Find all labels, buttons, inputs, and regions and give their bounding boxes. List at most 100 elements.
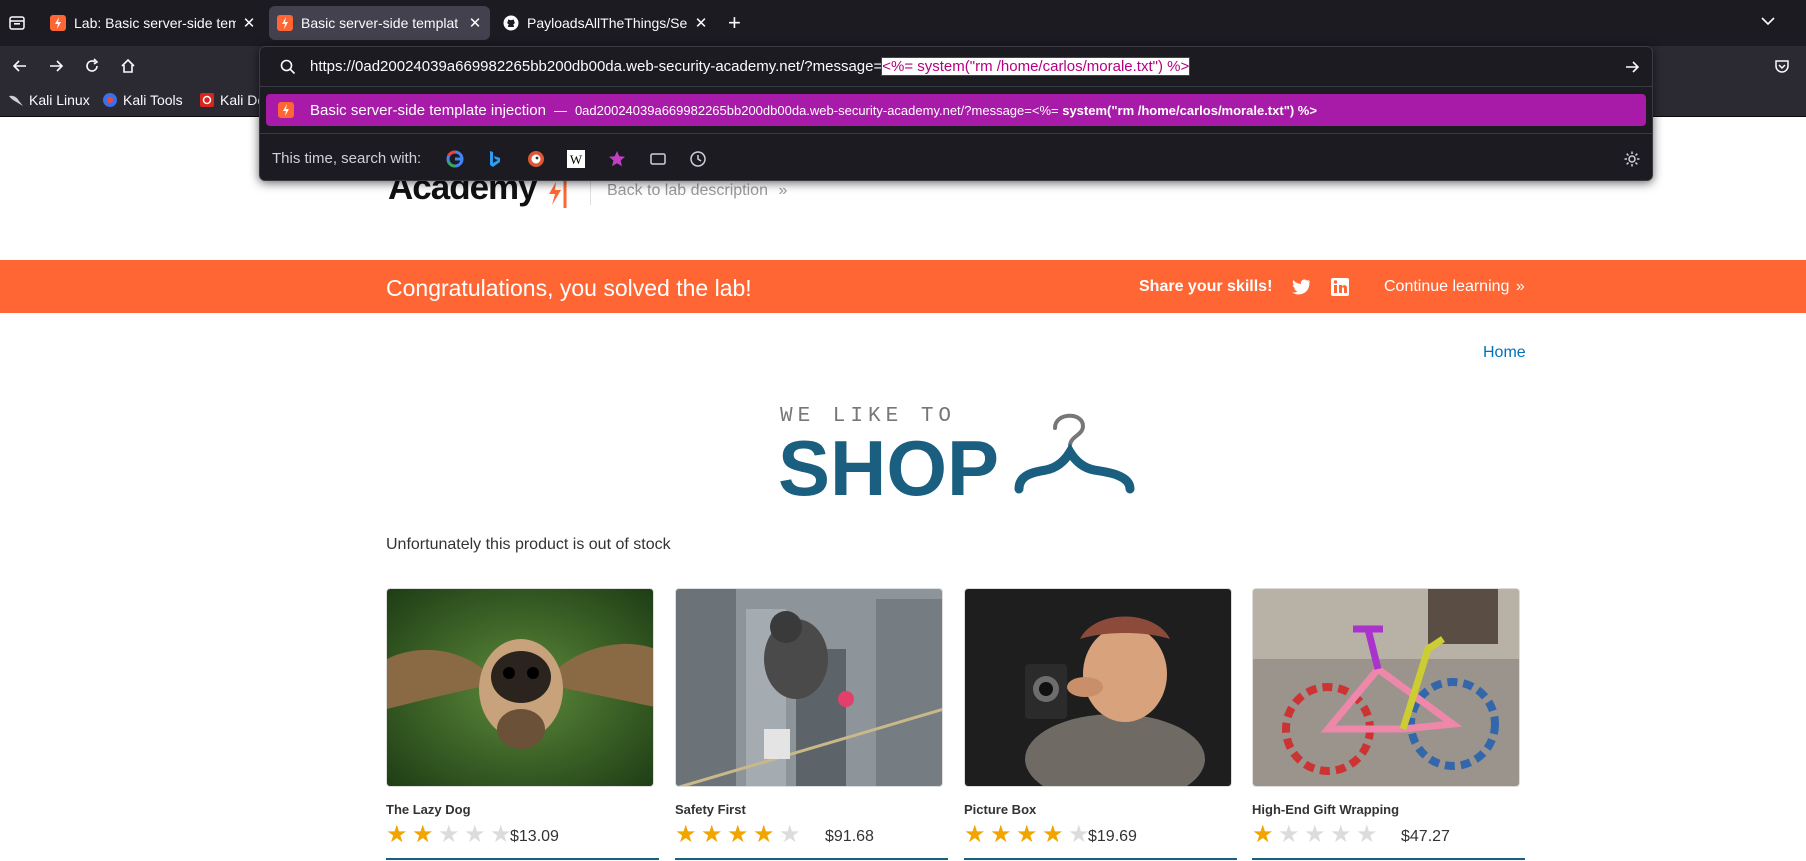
kali-tools-icon — [103, 93, 117, 107]
back-to-lab-description-link[interactable]: Back to lab description » — [607, 182, 787, 200]
product-image-picture-box[interactable] — [964, 588, 1232, 787]
star-filled-icon: ★ — [753, 821, 775, 848]
url-input[interactable]: https://0ad20024039a669982265bb200db00da… — [310, 57, 1191, 76]
twitter-icon[interactable] — [1291, 277, 1311, 297]
kali-docs-icon — [200, 93, 214, 107]
home-link[interactable]: Home — [1483, 344, 1526, 362]
tab-label: Lab: Basic server-side tem — [74, 15, 236, 31]
url-selected-text: <%= system("rm /home/carlos/morale.txt")… — [881, 57, 1191, 76]
product-name: High-End Gift Wrapping — [1252, 802, 1400, 817]
view-details-underline — [1252, 858, 1525, 860]
suggestion-url: 0ad20024039a669982265bb200db00da.web-sec… — [575, 103, 1317, 118]
lab-solved-banner: Congratulations, you solved the lab! Sha… — [0, 260, 1806, 313]
star-empty-icon: ★ — [779, 821, 801, 848]
google-icon[interactable] — [446, 150, 464, 168]
search-with-label: This time, search with: — [272, 150, 422, 167]
view-details-underline — [386, 858, 659, 860]
url-bar[interactable]: https://0ad20024039a669982265bb200db00da… — [260, 47, 1652, 87]
product-image-gift-wrapping[interactable] — [1252, 588, 1520, 787]
shop-logo-graphic: WE LIKE TO SHOP — [778, 405, 1135, 512]
double-chevron-right-icon: » — [1515, 278, 1525, 295]
product-card[interactable]: High-End Gift Wrapping ★ ★ ★ ★ ★ $47.27 — [1252, 588, 1525, 860]
product-card[interactable]: The Lazy Dog ★ ★ ★ ★ ★ $13.09 — [386, 588, 659, 860]
history-clock-icon[interactable] — [689, 150, 707, 168]
product-price: $19.69 — [1088, 828, 1137, 845]
wikipedia-icon[interactable]: W — [567, 150, 585, 168]
star-empty-icon: ★ — [1304, 821, 1326, 848]
duckduckgo-icon[interactable] — [527, 150, 545, 168]
linkedin-icon[interactable] — [1330, 277, 1350, 297]
bookmark-label: Kali Linux — [29, 92, 90, 108]
continue-learning-link[interactable]: Continue learning » — [1384, 278, 1525, 296]
product-rating: ★ ★ ★ ★ ★ — [386, 822, 516, 848]
share-skills-label: Share your skills! — [1139, 278, 1273, 295]
new-tab-plus-icon[interactable]: + — [728, 10, 741, 36]
star-filled-icon: ★ — [964, 821, 986, 848]
home-icon[interactable] — [116, 54, 140, 78]
suggestion-url-prefix: 0ad20024039a669982265bb200db00da.web-sec… — [574, 102, 1063, 118]
pocket-icon[interactable] — [1770, 54, 1794, 78]
product-name: Picture Box — [964, 802, 1037, 817]
star-filled-icon: ★ — [1042, 821, 1064, 848]
suggestion-separator: — — [553, 102, 567, 118]
bookmark-kali-tools[interactable]: Kali Tools — [102, 92, 183, 108]
url-prefix: https://0ad20024039a669982265bb200db00da… — [310, 58, 883, 75]
suggestion-title: Basic server-side template injection — [310, 101, 546, 119]
tab-bar: Lab: Basic server-side tem ✕ Basic serve… — [0, 0, 1806, 46]
star-filled-icon: ★ — [990, 821, 1012, 848]
bookmarks-star-icon[interactable] — [608, 150, 626, 168]
star-empty-icon: ★ — [438, 821, 460, 848]
tab-payloads[interactable]: PayloadsAllTheThings/Se ✕ — [495, 6, 716, 40]
double-chevron-right-icon: » — [778, 182, 788, 199]
search-settings-gear-icon[interactable] — [1623, 150, 1641, 168]
tab-lab-description[interactable]: Lab: Basic server-side tem ✕ — [42, 6, 264, 40]
tab-label: Basic server-side templat — [301, 15, 459, 31]
product-price: $47.27 — [1401, 828, 1450, 845]
tab-lab-active[interactable]: Basic server-side templat ✕ — [269, 6, 490, 40]
star-filled-icon: ★ — [386, 821, 408, 848]
product-rating: ★ ★ ★ ★ ★ — [1252, 822, 1382, 848]
bing-icon[interactable] — [486, 150, 504, 168]
forward-arrow-icon[interactable] — [44, 54, 68, 78]
star-filled-icon: ★ — [727, 821, 749, 848]
portswigger-favicon-icon — [50, 15, 66, 31]
tab-close-icon[interactable]: ✕ — [242, 14, 256, 32]
star-filled-icon: ★ — [1252, 821, 1274, 848]
tab-close-icon[interactable]: ✕ — [694, 14, 708, 32]
kali-dragon-icon — [9, 95, 23, 106]
one-off-search-bar: This time, search with: W — [260, 133, 1652, 181]
product-image-safety-first[interactable] — [675, 588, 943, 787]
bookmark-kali-docs[interactable]: Kali Do — [199, 92, 265, 108]
reload-icon[interactable] — [80, 54, 104, 78]
portswigger-favicon-icon — [278, 102, 294, 118]
product-rating: ★ ★ ★ ★ ★ — [964, 822, 1094, 848]
url-dropdown-panel: https://0ad20024039a669982265bb200db00da… — [259, 46, 1653, 181]
congratulations-message: Congratulations, you solved the lab! — [386, 275, 752, 301]
hanger-icon — [1014, 413, 1135, 494]
product-name: The Lazy Dog — [386, 802, 471, 817]
firefox-view-icon[interactable] — [8, 14, 26, 37]
star-filled-icon: ★ — [1016, 821, 1038, 848]
github-favicon-icon — [503, 15, 519, 31]
product-image-lazy-dog[interactable] — [386, 588, 654, 787]
url-suggestion-row[interactable]: Basic server-side template injection — 0… — [266, 94, 1646, 126]
star-filled-icon: ★ — [701, 821, 723, 848]
header-divider — [590, 177, 591, 205]
back-link-label: Back to lab description — [607, 182, 768, 199]
tab-close-icon[interactable]: ✕ — [468, 14, 482, 32]
product-card[interactable]: Safety First ★ ★ ★ ★ ★ $91.68 — [675, 588, 948, 860]
product-card[interactable]: Picture Box ★ ★ ★ ★ ★ $19.69 — [964, 588, 1237, 860]
product-rating: ★ ★ ★ ★ ★ — [675, 822, 805, 848]
star-empty-icon: ★ — [464, 821, 486, 848]
out-of-stock-message: Unfortunately this product is out of sto… — [386, 536, 671, 553]
list-all-tabs-chevron-icon[interactable] — [1760, 13, 1776, 34]
bookmark-kali-linux[interactable]: Kali Linux — [8, 92, 90, 108]
go-arrow-icon[interactable] — [1624, 59, 1640, 75]
continue-learning-label: Continue learning — [1384, 278, 1510, 295]
browser-window: Lab: Basic server-side tem ✕ Basic serve… — [0, 0, 1806, 861]
tabs-icon[interactable] — [649, 150, 667, 168]
tab-label: PayloadsAllTheThings/Se — [527, 15, 688, 31]
bookmark-label: Kali Tools — [123, 92, 183, 108]
back-arrow-icon[interactable] — [8, 54, 32, 78]
view-details-underline — [964, 858, 1237, 860]
